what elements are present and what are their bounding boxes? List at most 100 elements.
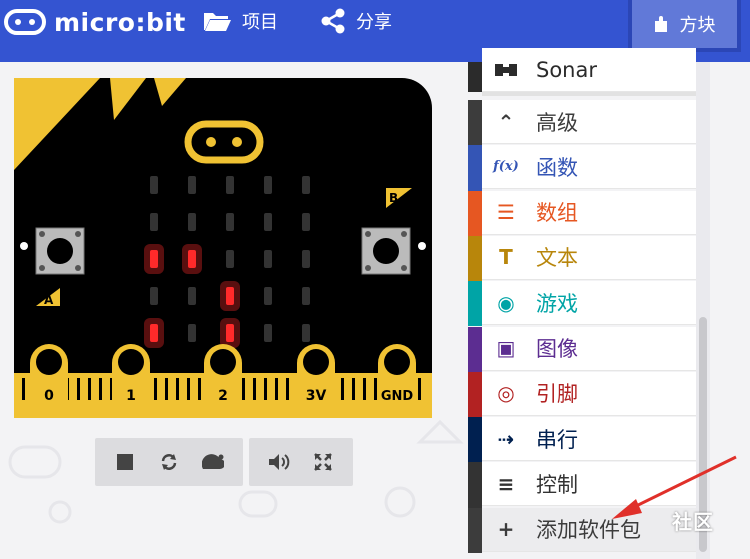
led-on: [226, 287, 234, 305]
edge-tooth: [275, 378, 278, 400]
toolbox-item-sonar[interactable]: Sonar: [482, 48, 696, 92]
edge-tooth: [242, 378, 245, 400]
microbit-logo[interactable]: micro:bit: [4, 4, 186, 40]
pin-label: 3V: [306, 388, 327, 404]
blocks-tab[interactable]: 方块: [628, 0, 741, 52]
button-a-label: A: [44, 293, 54, 307]
share-button[interactable]: 分享: [320, 6, 392, 36]
led-off: [226, 176, 234, 194]
text-icon: T: [499, 245, 513, 270]
category-strip: [468, 326, 482, 372]
pin-label: GND: [381, 389, 414, 404]
category-strip: [468, 190, 482, 236]
toolbox-item-0[interactable]: ⌃ 高级: [482, 100, 696, 144]
toolbox-item-2[interactable]: ☰ 数组: [482, 190, 696, 235]
category-strip: [468, 507, 482, 553]
mute-button[interactable]: [257, 438, 301, 486]
button-b[interactable]: [361, 227, 411, 275]
server-icon: ≡: [497, 471, 515, 496]
simulator-controls: [95, 438, 353, 486]
toolbox-item-label: 函数: [536, 155, 578, 180]
led-off: [226, 250, 234, 268]
pin-1[interactable]: 1: [112, 344, 150, 418]
annotation-arrow: [612, 455, 737, 519]
chevron-up-icon: ⌃: [497, 109, 515, 134]
pin-gnd[interactable]: GND: [378, 344, 416, 418]
toolbox-item-label: Sonar: [536, 57, 597, 82]
category-strip-sonar: [468, 62, 482, 92]
edge-tooth: [286, 378, 289, 400]
led-off: [264, 324, 272, 342]
led-on: [150, 250, 158, 268]
led-off: [188, 324, 196, 342]
led-off: [302, 324, 310, 342]
view-controls: [249, 438, 353, 486]
fullscreen-icon: [314, 453, 332, 471]
toolbox-item-label: 文本: [536, 246, 578, 271]
edge-tooth: [99, 378, 102, 400]
sonar-icon: [490, 54, 522, 86]
category-strip: [468, 281, 482, 327]
led-off: [188, 176, 196, 194]
edge-tooth: [374, 378, 377, 400]
toolbox-item-label: 串行: [536, 427, 578, 452]
edge-tooth: [352, 378, 355, 400]
pin-0[interactable]: 0: [30, 344, 68, 418]
edge-tooth: [154, 378, 157, 400]
folder-open-icon: [204, 13, 231, 31]
led-off: [302, 176, 310, 194]
toolbox-item-label: 游戏: [536, 291, 578, 316]
puzzle-piece-icon: [654, 16, 667, 32]
slow-motion-button[interactable]: [191, 438, 235, 486]
button-a[interactable]: [35, 227, 85, 275]
edge-tooth: [187, 378, 190, 400]
edge-tooth: [418, 378, 421, 400]
plus-circle-icon: +: [497, 517, 515, 542]
image-icon: ▣: [496, 336, 516, 360]
toolbox-item-label: 引脚: [536, 382, 578, 407]
microbit-board[interactable]: A B 0 1 2 3V GND: [14, 78, 432, 418]
edge-tooth: [264, 378, 267, 400]
edge-tooth: [165, 378, 168, 400]
toolbox-item-4[interactable]: ◉ 游戏: [482, 281, 696, 326]
edge-tooth: [341, 378, 344, 400]
toolbox-item-1[interactable]: f(x) 函数: [482, 145, 696, 190]
toolbox-item-6[interactable]: ◎ 引脚: [482, 371, 696, 416]
microbit-logo-icon: [4, 9, 46, 35]
led-off: [264, 176, 272, 194]
restart-icon: [161, 454, 177, 470]
projects-label: 项目: [242, 12, 278, 33]
led-on: [188, 250, 196, 268]
edge-tooth: [198, 378, 201, 400]
playback-controls: [95, 438, 243, 486]
toolbox-item-label: 高级: [536, 110, 578, 135]
stop-icon: [117, 454, 133, 470]
toolbox-item-3[interactable]: T 文本: [482, 235, 696, 280]
blocks-tab-label: 方块: [679, 15, 716, 36]
category-strip: [468, 145, 482, 191]
logo-text: micro:bit: [54, 7, 186, 37]
led-off: [150, 213, 158, 231]
led-off: [188, 213, 196, 231]
projects-button[interactable]: 项目: [202, 6, 278, 36]
led-off: [302, 287, 310, 305]
function-icon: f(x): [493, 159, 519, 175]
restart-button[interactable]: [147, 438, 191, 486]
stop-button[interactable]: [103, 438, 147, 486]
led-off: [302, 250, 310, 268]
category-strip: [468, 462, 482, 508]
pin-2[interactable]: 2: [204, 344, 242, 418]
toolbox-item-5[interactable]: ▣ 图像: [482, 326, 696, 371]
category-strip: [468, 371, 482, 418]
pin-label: 0: [44, 388, 54, 404]
fullscreen-button[interactable]: [301, 438, 345, 486]
mute-icon: [269, 454, 290, 470]
share-icon: [321, 8, 345, 34]
pin-3v[interactable]: 3V: [297, 344, 335, 418]
led-off: [264, 213, 272, 231]
toolbox-item-label: 图像: [536, 337, 578, 361]
edge-tooth: [176, 378, 179, 400]
led-off: [188, 287, 196, 305]
pin-label: 2: [218, 388, 228, 404]
led-off: [150, 287, 158, 305]
